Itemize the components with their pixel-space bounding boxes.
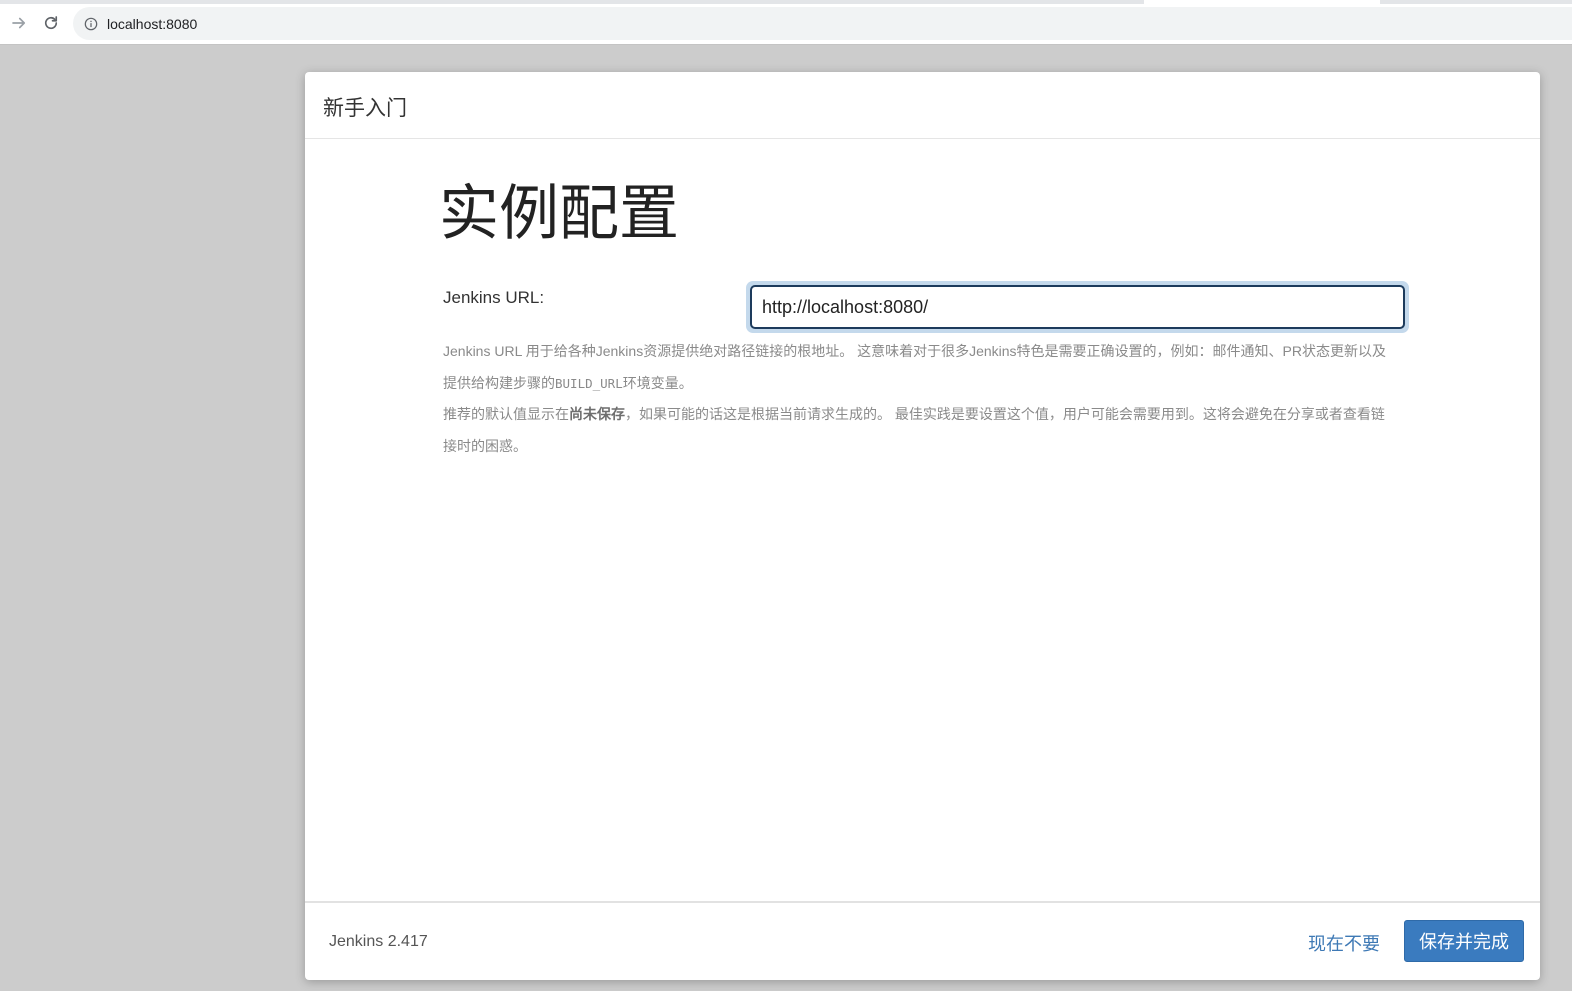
not-saved-emphasis: 尚未保存 <box>569 406 625 422</box>
build-url-code: BUILD_URL <box>555 375 623 391</box>
address-url: localhost:8080 <box>107 15 198 32</box>
address-bar[interactable]: localhost:8080 <box>73 7 1572 40</box>
jenkins-url-input[interactable] <box>750 285 1405 329</box>
active-tab-edge <box>1144 0 1380 4</box>
jenkins-url-label: Jenkins URL: <box>443 288 545 307</box>
reload-icon <box>44 16 58 30</box>
forward-button[interactable] <box>8 12 30 34</box>
tab-strip <box>0 0 1572 4</box>
jenkins-url-help: Jenkins URL 用于给各种Jenkins资源提供绝对路径链接的根地址。 … <box>443 336 1398 462</box>
help-paragraph-2: 推荐的默认值显示在尚未保存，如果可能的话这是根据当前请求生成的。 最佳实践是要设… <box>443 406 1385 454</box>
dialog-header: 新手入门 <box>305 72 1540 139</box>
browser-toolbar: localhost:8080 <box>0 0 1572 45</box>
reload-button[interactable] <box>40 12 62 34</box>
save-and-finish-button[interactable]: 保存并完成 <box>1404 920 1524 962</box>
jenkins-url-focus-ring <box>746 281 1409 333</box>
skip-button[interactable]: 现在不要 <box>1308 930 1380 956</box>
info-icon[interactable] <box>84 17 98 31</box>
arrow-right-icon <box>12 17 26 29</box>
dialog-footer: Jenkins 2.417 现在不要 保存并完成 <box>305 901 1540 980</box>
page-title: 实例配置 <box>439 180 679 247</box>
dialog-title: 新手入门 <box>323 97 407 120</box>
setup-wizard-dialog: 新手入门 实例配置 Jenkins URL: Jenkins URL 用于给各种… <box>305 72 1540 980</box>
help-paragraph-1: Jenkins URL 用于给各种Jenkins资源提供绝对路径链接的根地址。 … <box>443 343 1387 391</box>
jenkins-version: Jenkins 2.417 <box>329 933 428 950</box>
